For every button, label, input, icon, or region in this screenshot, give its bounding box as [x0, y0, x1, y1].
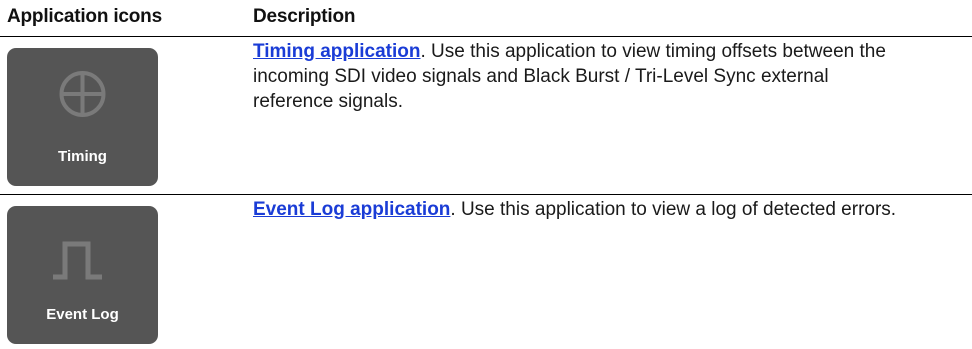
- column-header-description: Description: [253, 6, 356, 27]
- table-header: Application icons Description: [0, 0, 972, 36]
- event-log-description: Event Log application. Use this applicat…: [253, 197, 913, 222]
- crosshair-circle-icon: [59, 71, 106, 117]
- table-row-event-log: Event Log Event Log application. Use thi…: [0, 195, 972, 349]
- event-log-app-tile[interactable]: Event Log: [7, 206, 158, 344]
- timing-application-link[interactable]: Timing application: [253, 41, 421, 62]
- pulse-waveform-icon: [53, 241, 102, 280]
- table-row-timing: Timing Timing application. Use this appl…: [0, 37, 972, 194]
- event-log-description-text: . Use this application to view a log of …: [450, 199, 897, 220]
- timing-description: Timing application. Use this application…: [253, 39, 913, 114]
- timing-icon-label: Timing: [58, 148, 107, 165]
- timing-app-tile[interactable]: Timing: [7, 48, 158, 186]
- event-log-application-link[interactable]: Event Log application: [253, 199, 450, 220]
- column-header-application-icons: Application icons: [7, 6, 162, 27]
- event-log-icon-label: Event Log: [46, 306, 119, 323]
